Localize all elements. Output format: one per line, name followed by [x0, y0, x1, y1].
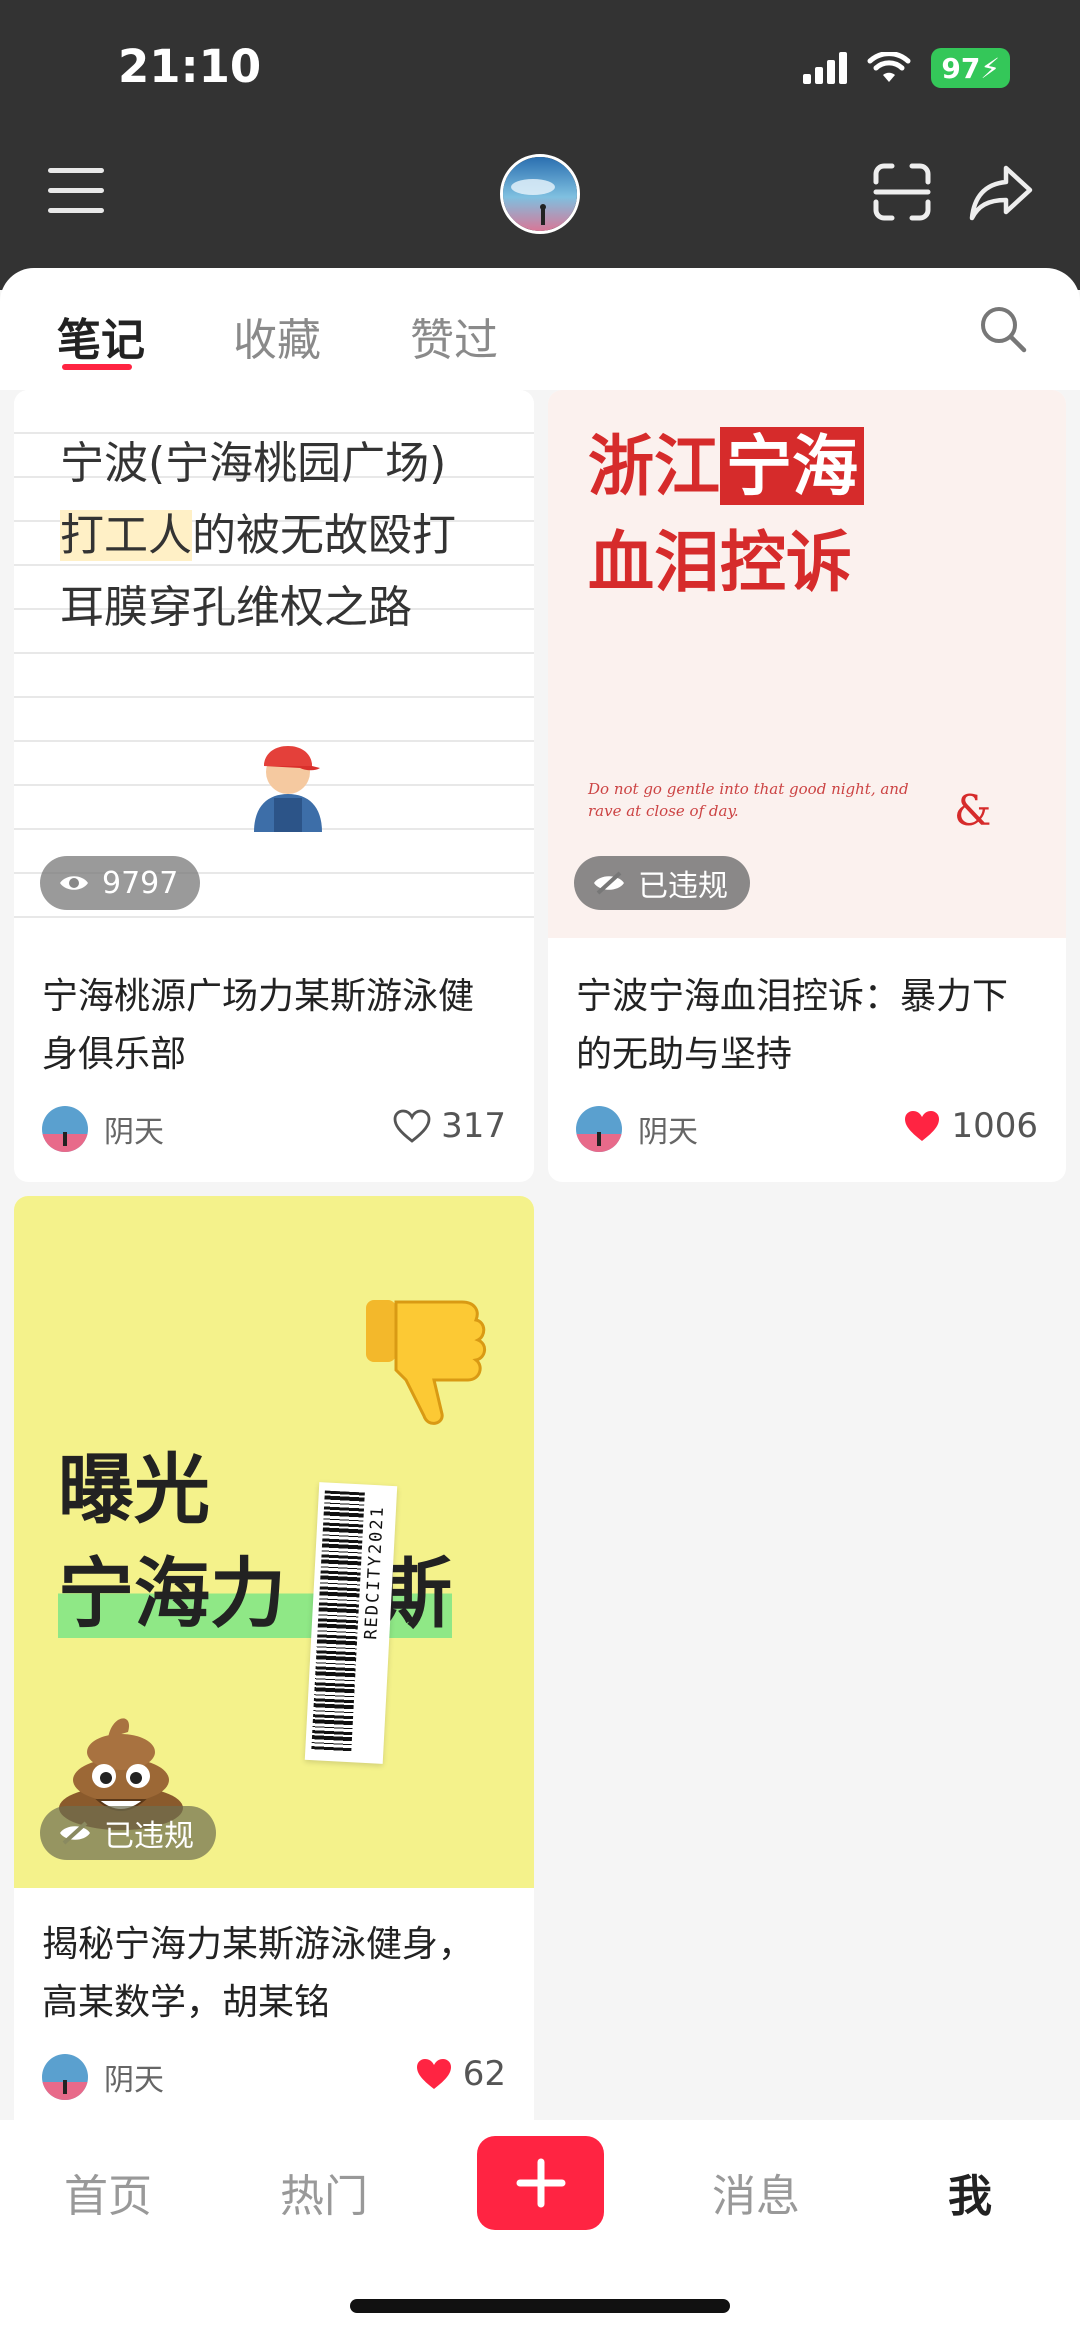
heart-icon	[416, 2059, 451, 2089]
note-card[interactable]: 曝光 宁海力斯 REDCITY2021 已违规 揭秘宁海力某斯游泳健身，高某数学…	[14, 1196, 534, 2120]
badge-label: 9797	[102, 865, 179, 901]
plus-icon	[516, 2158, 565, 2208]
status-time: 21:10	[118, 40, 262, 93]
badge-label: 已违规	[638, 869, 728, 904]
battery-level: 97 ⚡	[931, 48, 1010, 88]
note-title: 宁波宁海血泪控诉：暴力下的无助与坚持	[576, 976, 1009, 1075]
wifi-icon	[867, 52, 911, 82]
note-cover: 浙江宁海 血泪控诉 Do not go gentle into that goo…	[548, 390, 1066, 938]
profile-tabs: 笔记 收藏 赞过	[0, 268, 1080, 390]
like-count: 62	[462, 2054, 506, 2094]
note-card[interactable]: 浙江宁海 血泪控诉 Do not go gentle into that goo…	[548, 390, 1066, 1182]
hidden-icon	[60, 1821, 90, 1845]
nav-messages[interactable]: 消息	[712, 2160, 800, 2224]
status-icons: 97 ⚡	[803, 48, 1010, 88]
author-name: 阴天	[104, 1115, 164, 1150]
like-button[interactable]: 62	[415, 2054, 506, 2094]
like-count: 1006	[951, 1106, 1038, 1146]
nav-hot[interactable]: 热门	[280, 2160, 368, 2224]
top-header: 21:10 97 ⚡	[0, 0, 1080, 290]
violation-badge: 已违规	[574, 856, 750, 910]
cover-text: 浙江宁海 血泪控诉	[588, 418, 864, 610]
heart-icon	[905, 1111, 940, 1141]
like-button[interactable]: 1006	[903, 1106, 1038, 1146]
avatar	[42, 2054, 88, 2100]
cover-script-text: Do not go gentle into that good night, a…	[588, 780, 909, 820]
avatar	[576, 1106, 622, 1152]
profile-avatar[interactable]	[500, 154, 580, 234]
note-title: 宁海桃源广场力某斯游泳健身俱乐部	[42, 976, 475, 1075]
tab-notes[interactable]: 笔记	[57, 304, 145, 368]
search-icon[interactable]	[978, 304, 1028, 354]
author-name: 阴天	[104, 2063, 164, 2098]
scan-icon[interactable]	[872, 162, 932, 222]
bottom-navigation: 首页 热门 消息 我	[0, 2120, 1080, 2337]
hidden-icon	[594, 871, 624, 895]
create-note-button[interactable]	[477, 2136, 604, 2230]
violation-badge: 已违规	[40, 1806, 216, 1860]
home-indicator[interactable]	[350, 2299, 730, 2313]
signal-icon	[803, 52, 848, 84]
battery-indicator: 97 ⚡	[931, 48, 1010, 88]
share-icon[interactable]	[968, 162, 1034, 222]
note-author[interactable]: 阴天	[42, 2054, 164, 2100]
author-name: 阴天	[638, 1115, 698, 1150]
tab-liked[interactable]: 赞过	[410, 304, 498, 368]
eye-icon	[60, 876, 88, 890]
cover-text: 宁波(宁海桃园广场) 打工人的被无故殴打 耳膜穿孔维权之路	[60, 438, 456, 633]
active-tab-underline	[62, 364, 132, 370]
note-author[interactable]: 阴天	[576, 1106, 698, 1152]
barcode-text: REDCITY2021	[361, 1504, 389, 1641]
note-card[interactable]: 宁波(宁海桃园广场) 打工人的被无故殴打 耳膜穿孔维权之路 9797 宁海桃源广…	[14, 390, 534, 1182]
like-button[interactable]: 317	[393, 1106, 506, 1146]
heart-icon	[393, 1109, 431, 1143]
badge-label: 已违规	[104, 1819, 194, 1854]
barcode-sticker: REDCITY2021	[304, 1482, 398, 1764]
note-cover: 曝光 宁海力斯 REDCITY2021 已违规	[14, 1196, 534, 1888]
ampersand-glyph: &	[954, 786, 992, 835]
worker-icon	[254, 746, 322, 832]
nav-home[interactable]: 首页	[64, 2160, 152, 2224]
note-title: 揭秘宁海力某斯游泳健身，高某数学，胡某铭	[42, 1924, 475, 2023]
like-count: 317	[441, 1106, 506, 1146]
note-author[interactable]: 阴天	[42, 1106, 164, 1152]
tab-collections[interactable]: 收藏	[233, 304, 321, 368]
avatar	[42, 1106, 88, 1152]
menu-icon[interactable]	[48, 168, 104, 214]
view-count-badge: 9797	[40, 856, 201, 910]
nav-me[interactable]: 我	[948, 2160, 992, 2224]
thumbs-down-icon	[366, 1300, 486, 1425]
note-cover: 宁波(宁海桃园广场) 打工人的被无故殴打 耳膜穿孔维权之路 9797	[14, 390, 534, 938]
